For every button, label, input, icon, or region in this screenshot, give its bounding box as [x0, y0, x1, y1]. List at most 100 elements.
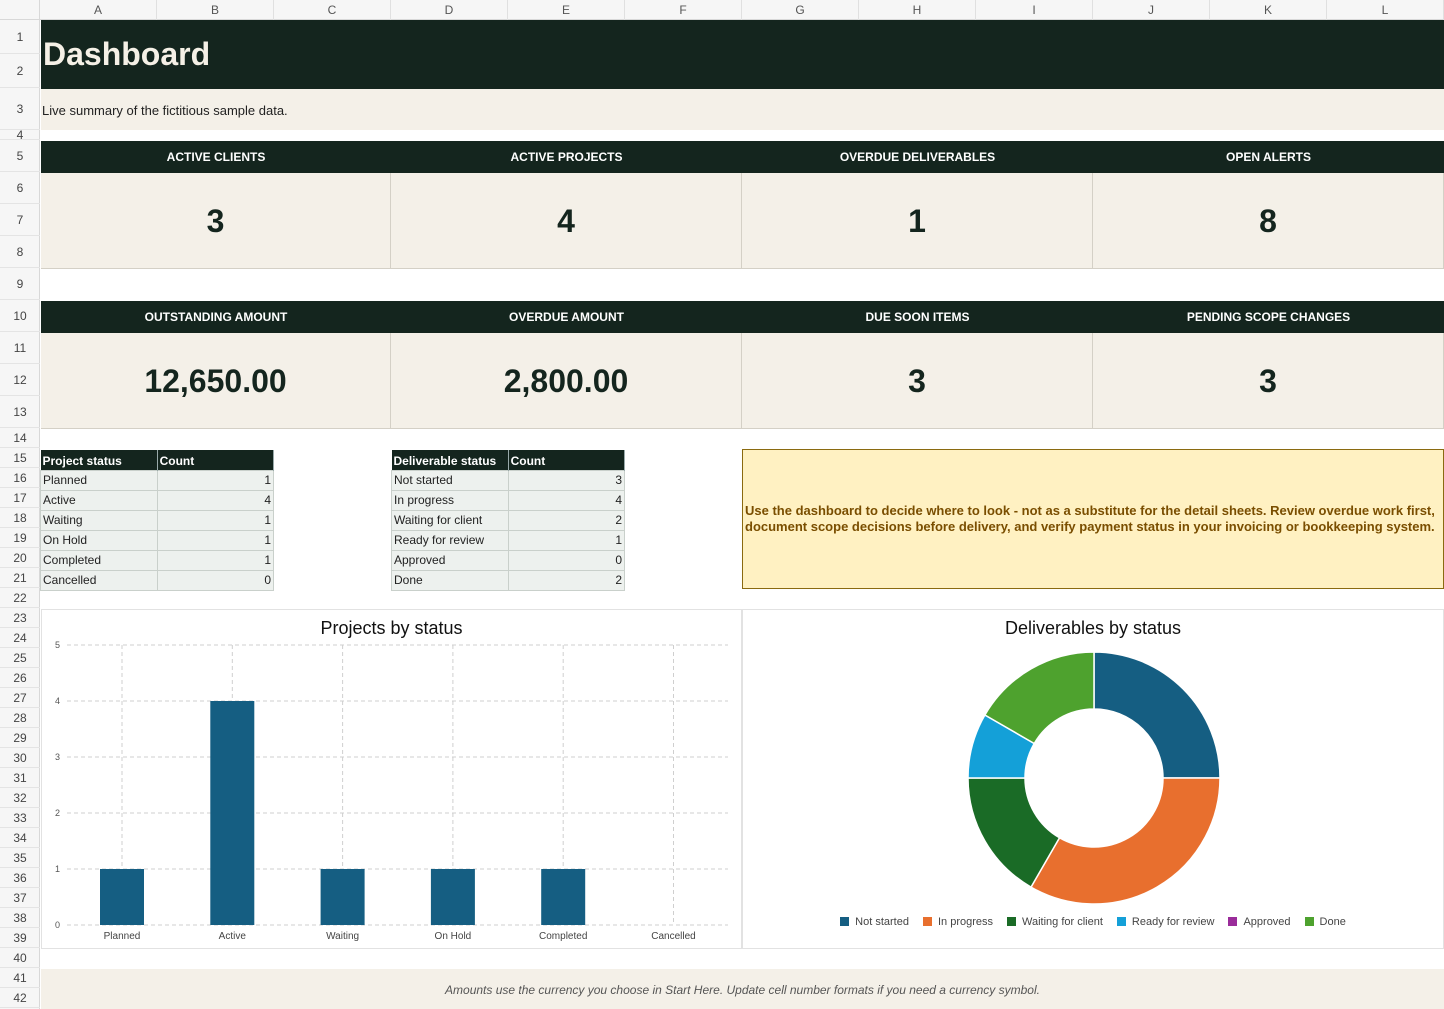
row-header-10[interactable]: 10	[0, 300, 40, 332]
table-row: In progress 4	[391, 489, 626, 511]
row-header-13[interactable]: 13	[0, 396, 40, 428]
row-header-3[interactable]: 3	[0, 88, 40, 130]
row-header-24[interactable]: 24	[0, 628, 40, 648]
row-header-36[interactable]: 36	[0, 868, 40, 888]
table-cell[interactable]: 4	[507, 489, 626, 511]
row-header-14[interactable]: 14	[0, 428, 40, 448]
row-header-21[interactable]: 21	[0, 568, 40, 588]
table-header[interactable]: Count	[508, 450, 626, 470]
row-header-31[interactable]: 31	[0, 768, 40, 788]
row-header-22[interactable]: 22	[0, 588, 40, 608]
table-cell[interactable]: 3	[507, 469, 626, 491]
row-header-25[interactable]: 25	[0, 648, 40, 668]
legend-item[interactable]: In progress	[922, 916, 993, 928]
table-cell[interactable]: Done	[391, 569, 509, 591]
row-header-2[interactable]: 2	[0, 54, 40, 88]
row-header-37[interactable]: 37	[0, 888, 40, 908]
kpi-label-active-clients: ACTIVE CLIENTS	[41, 141, 391, 173]
column-header-e[interactable]: E	[508, 0, 625, 20]
table-cell[interactable]: Not started	[391, 469, 509, 491]
projects-bar-chart[interactable]: Projects by status 0 1 2 3 4 5 Planned Active Wa…	[41, 609, 742, 949]
row-header-5[interactable]: 5	[0, 140, 40, 172]
table-cell[interactable]: Planned	[40, 469, 158, 491]
row-header-26[interactable]: 26	[0, 668, 40, 688]
row-header-17[interactable]: 17	[0, 488, 40, 508]
row-header-8[interactable]: 8	[0, 236, 40, 268]
row-header-9[interactable]: 9	[0, 268, 40, 300]
deliverables-donut-chart[interactable]: Deliverables by status	[742, 609, 1444, 949]
row-header-28[interactable]: 28	[0, 708, 40, 728]
table-row: Approved 0	[391, 549, 626, 571]
row-header-16[interactable]: 16	[0, 468, 40, 488]
column-header-f[interactable]: F	[625, 0, 742, 20]
row-header-4[interactable]: 4	[0, 128, 40, 142]
row-header-33[interactable]: 33	[0, 808, 40, 828]
table-cell[interactable]: Approved	[391, 549, 509, 571]
table-cell[interactable]: In progress	[391, 489, 509, 511]
bar-planned	[100, 869, 144, 925]
column-header-i[interactable]: I	[976, 0, 1093, 20]
row-header-1[interactable]: 1	[0, 20, 40, 54]
column-header-a[interactable]: A	[40, 0, 157, 20]
row-header-27[interactable]: 27	[0, 688, 40, 708]
row-header-12[interactable]: 12	[0, 364, 40, 396]
column-header-j[interactable]: J	[1093, 0, 1210, 20]
legend-item[interactable]: Done	[1304, 916, 1346, 928]
table-cell[interactable]: 2	[507, 509, 626, 531]
table-cell[interactable]: 1	[156, 469, 275, 491]
row-header-19[interactable]: 19	[0, 528, 40, 548]
table-cell[interactable]: Active	[40, 489, 158, 511]
row-header-40[interactable]: 40	[0, 948, 40, 968]
row-header-39[interactable]: 39	[0, 928, 40, 948]
table-cell[interactable]: 2	[507, 569, 626, 591]
table-header[interactable]: Project status	[40, 450, 158, 470]
row-header-6[interactable]: 6	[0, 172, 40, 204]
table-cell[interactable]: On Hold	[40, 529, 158, 551]
column-header-d[interactable]: D	[391, 0, 508, 20]
column-header-k[interactable]: K	[1210, 0, 1327, 20]
row-header-35[interactable]: 35	[0, 848, 40, 868]
row-header-18[interactable]: 18	[0, 508, 40, 528]
row-header-41[interactable]: 41	[0, 968, 40, 988]
legend-label: Approved	[1243, 916, 1291, 928]
table-cell[interactable]: Ready for review	[391, 529, 509, 551]
column-header-l[interactable]: L	[1327, 0, 1444, 20]
row-header-32[interactable]: 32	[0, 788, 40, 808]
table-header[interactable]: Count	[157, 450, 275, 470]
table-cell[interactable]: 0	[507, 549, 626, 571]
table-cell[interactable]: 1	[507, 529, 626, 551]
table-cell[interactable]: Completed	[40, 549, 158, 571]
row-header-20[interactable]: 20	[0, 548, 40, 568]
row-header-23[interactable]: 23	[0, 608, 40, 628]
row-header-7[interactable]: 7	[0, 204, 40, 236]
row-header-30[interactable]: 30	[0, 748, 40, 768]
row-header-15[interactable]: 15	[0, 448, 40, 468]
table-cell[interactable]: Waiting for client	[391, 509, 509, 531]
guidance-note[interactable]: Use the dashboard to decide where to loo…	[742, 449, 1444, 589]
legend-swatch	[1116, 917, 1126, 926]
row-header-38[interactable]: 38	[0, 908, 40, 928]
select-all-corner[interactable]	[0, 0, 40, 20]
row-header-29[interactable]: 29	[0, 728, 40, 748]
table-cell[interactable]: Waiting	[40, 509, 158, 531]
table-cell[interactable]: 1	[156, 529, 275, 551]
table-cell[interactable]: 0	[156, 569, 275, 591]
column-header-c[interactable]: C	[274, 0, 391, 20]
column-header-h[interactable]: H	[859, 0, 976, 20]
legend-item[interactable]: Not started	[840, 916, 909, 928]
legend-item[interactable]: Waiting for client	[1007, 916, 1103, 928]
table-cell[interactable]: Cancelled	[40, 569, 158, 591]
column-header-g[interactable]: G	[742, 0, 859, 20]
legend-item[interactable]: Approved	[1228, 916, 1291, 928]
row-header-42[interactable]: 42	[0, 988, 40, 1008]
legend-item[interactable]: Ready for review	[1116, 916, 1214, 928]
legend-label: Waiting for client	[1022, 916, 1103, 928]
row-header-34[interactable]: 34	[0, 828, 40, 848]
table-cell[interactable]: 1	[156, 549, 275, 571]
table-header[interactable]: Deliverable status	[391, 450, 509, 470]
bar-on-hold	[430, 869, 475, 925]
table-cell[interactable]: 4	[156, 489, 275, 511]
column-header-b[interactable]: B	[157, 0, 274, 20]
table-cell[interactable]: 1	[156, 509, 275, 531]
row-header-11[interactable]: 11	[0, 332, 40, 364]
